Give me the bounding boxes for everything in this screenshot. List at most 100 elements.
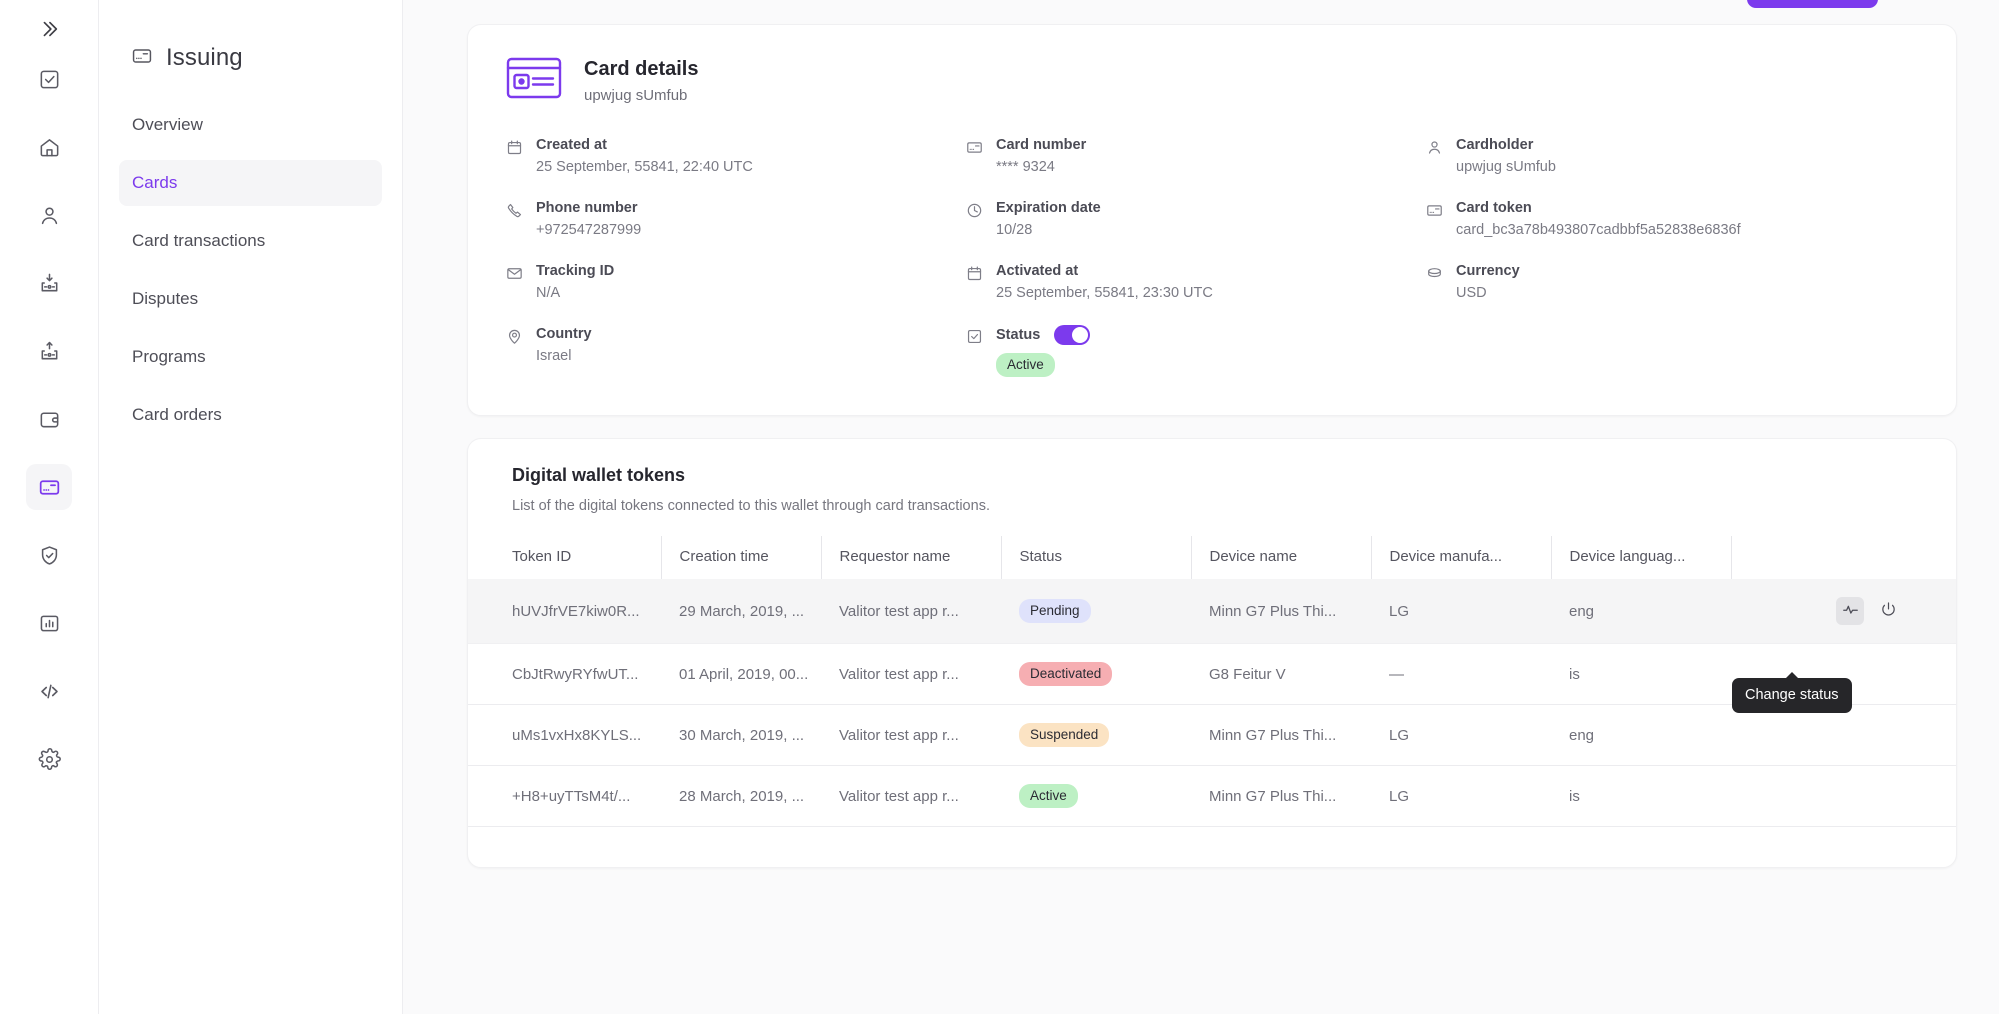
field-status: Status Active bbox=[966, 325, 1426, 377]
issuing-icon bbox=[131, 45, 153, 72]
sidebar-item-cards[interactable]: Cards bbox=[119, 160, 382, 206]
field-value: **** 9324 bbox=[996, 157, 1086, 177]
tokens-subtitle: List of the digital tokens connected to … bbox=[468, 498, 1956, 514]
column-creation-time[interactable]: Creation time bbox=[661, 536, 821, 579]
cell-status: Pending bbox=[1001, 579, 1191, 644]
field-value: +972547287999 bbox=[536, 220, 641, 240]
reports-icon bbox=[38, 612, 61, 635]
change-status-tooltip: Change status bbox=[1732, 678, 1852, 713]
cell-actions bbox=[1731, 705, 1956, 766]
issuing-icon bbox=[38, 476, 61, 499]
field-label: Card number bbox=[996, 136, 1086, 154]
user-icon bbox=[1426, 139, 1444, 161]
column-device-language[interactable]: Device languag... bbox=[1551, 536, 1731, 579]
field-phone-number: Phone number +972547287999 bbox=[506, 199, 966, 240]
cell-creation-time: 29 March, 2019, ... bbox=[661, 579, 821, 644]
cell-requestor-name: Valitor test app r... bbox=[821, 644, 1001, 705]
cell-actions bbox=[1731, 766, 1956, 827]
column-token-id[interactable]: Token ID bbox=[468, 536, 661, 579]
field-label: Status bbox=[996, 326, 1040, 344]
rail-item-home[interactable] bbox=[26, 124, 72, 170]
field-value: 25 September, 55841, 22:40 UTC bbox=[536, 157, 753, 177]
digital-wallet-tokens-panel: Digital wallet tokens List of the digita… bbox=[467, 438, 1957, 868]
expand-sidebar-button[interactable] bbox=[26, 6, 72, 52]
cell-device-name: Minn G7 Plus Thi... bbox=[1191, 579, 1371, 644]
table-row[interactable]: +H8+uyTTsM4t/... 28 March, 2019, ... Val… bbox=[468, 766, 1956, 827]
field-card-number: Card number **** 9324 bbox=[966, 136, 1426, 177]
card-details-title: Card details bbox=[584, 58, 698, 81]
field-value: USD bbox=[1456, 283, 1520, 303]
rail-item-reports[interactable] bbox=[26, 600, 72, 646]
field-value: card_bc3a78b493807cadbbf5a52838e6836f bbox=[1456, 220, 1741, 240]
mail-icon bbox=[506, 265, 524, 287]
column-device-name[interactable]: Device name bbox=[1191, 536, 1371, 579]
primary-action-button[interactable] bbox=[1747, 0, 1878, 8]
field-label: Phone number bbox=[536, 199, 641, 217]
field-tracking-id: Tracking IDN/A bbox=[506, 262, 966, 303]
developers-icon bbox=[38, 680, 61, 703]
cell-device-manufacturer: LG bbox=[1371, 579, 1551, 644]
field-label: Activated at bbox=[996, 262, 1213, 280]
rail-item-customers[interactable] bbox=[26, 192, 72, 238]
cell-status: Suspended bbox=[1001, 705, 1191, 766]
sidebar-item-overview[interactable]: Overview bbox=[119, 102, 382, 148]
sidebar-item-label: Disputes bbox=[132, 289, 198, 309]
field-country: CountryIsrael bbox=[506, 325, 966, 377]
cell-creation-time: 30 March, 2019, ... bbox=[661, 705, 821, 766]
phone-icon bbox=[506, 202, 524, 224]
section-sidebar: Issuing Overview Cards Card transactions… bbox=[99, 0, 403, 1014]
card-details-icon bbox=[506, 55, 562, 106]
tokens-title: Digital wallet tokens bbox=[468, 465, 1956, 486]
sidebar-item-card-orders[interactable]: Card orders bbox=[119, 392, 382, 438]
card-details-header: Card details upwjug sUmfub bbox=[506, 55, 1918, 106]
cell-requestor-name: Valitor test app r... bbox=[821, 766, 1001, 827]
cell-token-id: hUVJfrVE7kiw0R... bbox=[468, 579, 661, 644]
sidebar-item-label: Card transactions bbox=[132, 231, 265, 251]
sidebar-item-label: Card orders bbox=[132, 405, 222, 425]
field-currency: Currency USD bbox=[1426, 262, 1918, 303]
power-button[interactable] bbox=[1874, 597, 1902, 625]
rail-item-risk[interactable] bbox=[26, 532, 72, 578]
cell-status: Deactivated bbox=[1001, 644, 1191, 705]
cell-creation-time: 01 April, 2019, 00... bbox=[661, 644, 821, 705]
table-row[interactable]: uMs1vxHx8KYLS... 30 March, 2019, ... Val… bbox=[468, 705, 1956, 766]
rail-item-issuing[interactable] bbox=[26, 464, 72, 510]
status-toggle[interactable] bbox=[1054, 325, 1090, 345]
table-header-row: Token ID Creation time Requestor name St… bbox=[468, 536, 1956, 579]
column-status[interactable]: Status bbox=[1001, 536, 1191, 579]
field-label: Expiration date bbox=[996, 199, 1101, 217]
rail-item-tasks[interactable] bbox=[26, 56, 72, 102]
card-icon bbox=[966, 139, 984, 161]
rail-item-developers[interactable] bbox=[26, 668, 72, 714]
cell-token-id: uMs1vxHx8KYLS... bbox=[468, 705, 661, 766]
sidebar-item-programs[interactable]: Programs bbox=[119, 334, 382, 380]
cell-token-id: +H8+uyTTsM4t/... bbox=[468, 766, 661, 827]
field-value: upwjug sUmfub bbox=[1456, 157, 1556, 177]
sidebar-item-label: Cards bbox=[132, 173, 177, 193]
rail-item-payins[interactable] bbox=[26, 260, 72, 306]
change-status-button[interactable] bbox=[1836, 597, 1864, 625]
status-badge: Pending bbox=[1019, 599, 1091, 623]
column-device-manufacturer[interactable]: Device manufa... bbox=[1371, 536, 1551, 579]
rail-item-wallets[interactable] bbox=[26, 396, 72, 442]
field-label: Card token bbox=[1456, 199, 1741, 217]
rail-item-settings[interactable] bbox=[26, 736, 72, 782]
sidebar-item-label: Programs bbox=[132, 347, 206, 367]
column-requestor-name[interactable]: Requestor name bbox=[821, 536, 1001, 579]
checkbox-icon bbox=[966, 328, 984, 350]
cell-requestor-name: Valitor test app r... bbox=[821, 705, 1001, 766]
field-card-token: Card token card_bc3a78b493807cadbbf5a5283… bbox=[1426, 199, 1918, 240]
cell-status: Active bbox=[1001, 766, 1191, 827]
home-icon bbox=[38, 136, 61, 159]
table-row[interactable]: hUVJfrVE7kiw0R... 29 March, 2019, ... Va… bbox=[468, 579, 1956, 644]
sidebar-item-disputes[interactable]: Disputes bbox=[119, 276, 382, 322]
calendar-icon bbox=[506, 139, 524, 161]
shield-check-icon bbox=[38, 544, 61, 567]
change-status-icon bbox=[1842, 601, 1859, 622]
sidebar-item-card-transactions[interactable]: Card transactions bbox=[119, 218, 382, 264]
field-value: 10/28 bbox=[996, 220, 1101, 240]
field-label: Currency bbox=[1456, 262, 1520, 280]
field-label: Country bbox=[536, 325, 592, 343]
rail-item-payouts[interactable] bbox=[26, 328, 72, 374]
main-content: Card details upwjug sUmfub Created at25 … bbox=[403, 0, 1999, 1014]
